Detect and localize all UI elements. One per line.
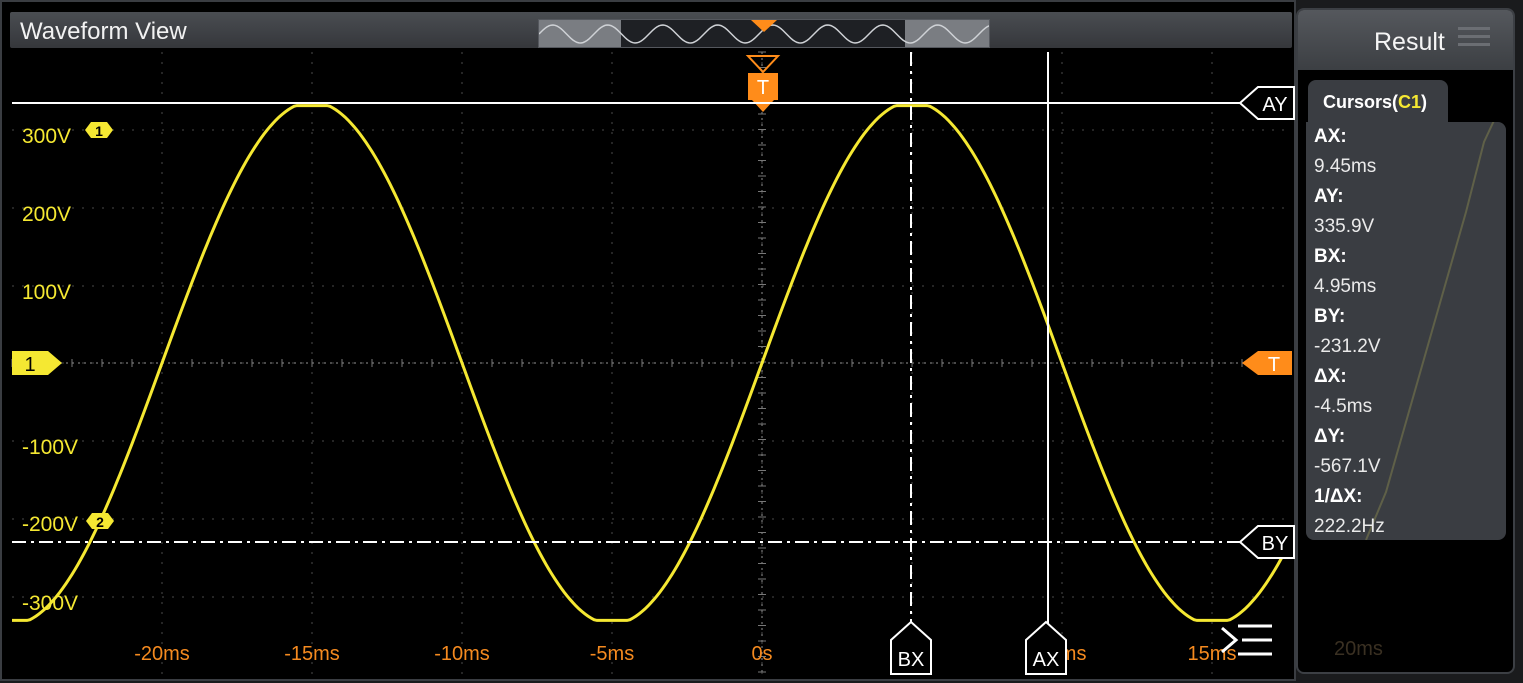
svg-text:1: 1 [24, 354, 35, 376]
measure-label: BY: [1314, 306, 1346, 327]
measure-label: 1/ΔX: [1314, 486, 1363, 507]
cursor-ay-tag[interactable]: AY [1238, 86, 1295, 120]
v-label: -200V [22, 513, 78, 536]
measure-label: AX: [1314, 126, 1347, 147]
waveform-view[interactable]: Waveform View T 300V 200V 100V -100V -20… [0, 0, 1296, 681]
measure-value: -567.1V [1314, 456, 1381, 477]
time-axis-labels: -20ms -15ms -10ms -5ms 0s 5ms 10ms 15ms [134, 643, 1236, 665]
t-label: -5ms [590, 643, 634, 665]
menu-lines-icon[interactable] [1218, 620, 1274, 660]
ref-marker-2: 2 [86, 513, 114, 530]
hamburger-icon[interactable] [1458, 22, 1490, 51]
trigger-level-marker[interactable]: T [1242, 351, 1292, 376]
channel-1-offset-marker[interactable]: 1 [12, 351, 62, 376]
svg-text:2: 2 [96, 514, 104, 530]
tab-cursors-label: Cursors(C1) [1323, 92, 1428, 112]
svg-text:T: T [1268, 354, 1280, 376]
measure-value: 9.45ms [1314, 156, 1377, 177]
measure-value: -231.2V [1314, 336, 1381, 357]
result-title: Result [1374, 28, 1445, 56]
measure-label: ΔY: [1314, 426, 1346, 447]
t-label: -15ms [284, 643, 340, 665]
t-label: -10ms [434, 643, 490, 665]
background-time-label: 20ms [1334, 638, 1383, 660]
v-label: 200V [22, 203, 71, 226]
measure-label: BX: [1314, 246, 1347, 267]
measure-value: -4.5ms [1314, 396, 1373, 417]
svg-text:AY: AY [1262, 94, 1287, 116]
svg-text:BY: BY [1262, 533, 1289, 555]
v-label: -100V [22, 436, 78, 459]
cursor-ax-tag[interactable]: AX [1025, 620, 1067, 675]
t-label: 0s [751, 643, 772, 665]
result-panel: Result Cursors(C1) AX: 9.45ms AY: 335.9V… [1296, 8, 1515, 674]
measure-value: 222.2Hz [1314, 516, 1385, 537]
cursor-by-tag[interactable]: BY [1238, 525, 1295, 559]
measure-value: 4.95ms [1314, 276, 1377, 297]
plot-area[interactable]: T 300V 200V 100V -100V -200V -300V 1 2 1 [2, 2, 1298, 683]
tab-cursors[interactable]: Cursors(C1) [1308, 80, 1448, 124]
measure-label: AY: [1314, 186, 1344, 207]
trigger-marker-label: T [757, 77, 769, 99]
v-label: -300V [22, 592, 78, 615]
v-label: 300V [22, 125, 71, 148]
cursor-measurements: AX: 9.45ms AY: 335.9V BX: 4.95ms BY: -23… [1306, 122, 1506, 540]
svg-text:BX: BX [898, 649, 925, 671]
v-label: 100V [22, 281, 71, 304]
svg-text:AX: AX [1033, 649, 1060, 671]
measure-label: ΔX: [1314, 366, 1347, 387]
svg-text:1: 1 [95, 123, 103, 139]
result-header: Result [1298, 10, 1513, 70]
t-label: -20ms [134, 643, 190, 665]
measure-value: 335.9V [1314, 216, 1375, 237]
graticule [11, 51, 1292, 674]
ref-marker-1: 1 [85, 122, 113, 139]
cursor-bx-tag[interactable]: BX [890, 620, 932, 675]
